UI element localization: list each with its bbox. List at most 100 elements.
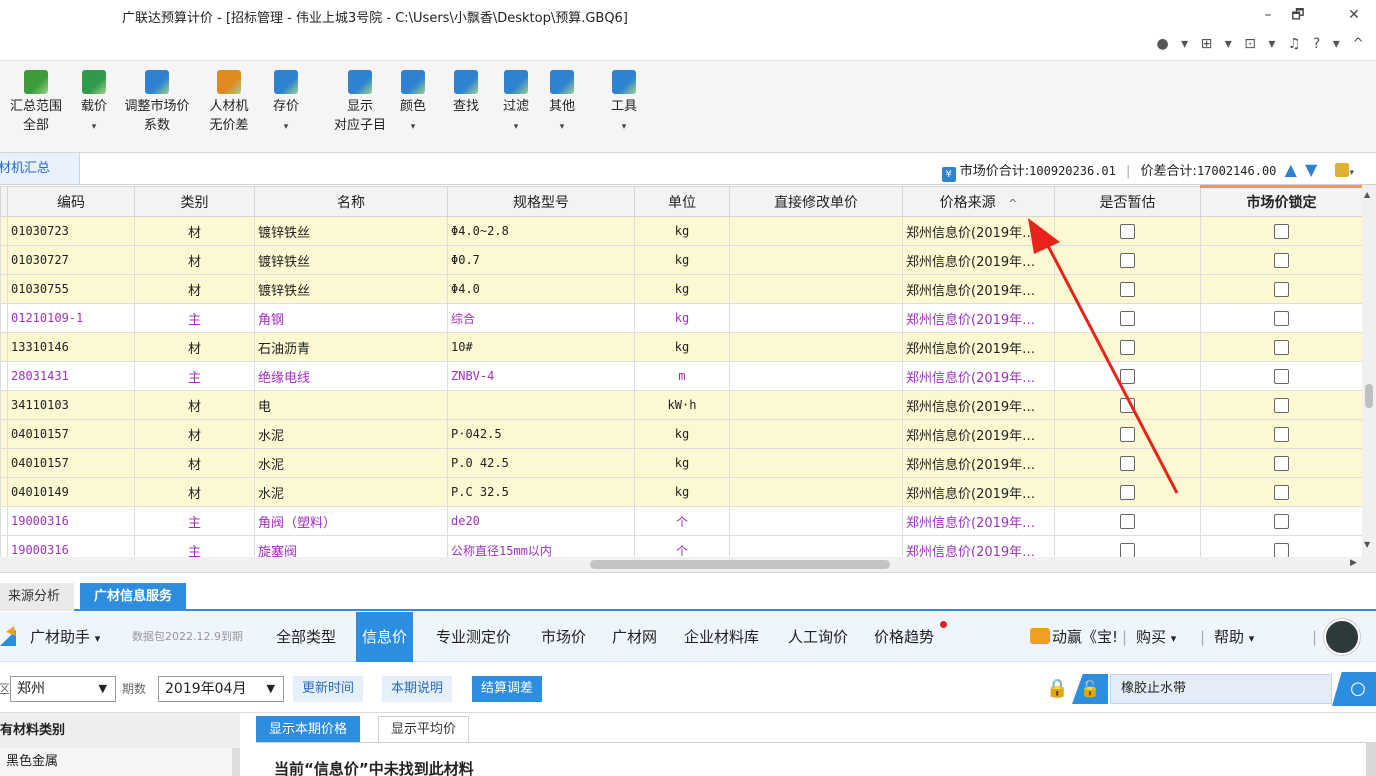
cell-code[interactable]: 01030727 (7, 245, 135, 275)
nav-all-types[interactable]: 全部类型 (276, 612, 336, 662)
ribbon-item-5[interactable]: 显示 对应子目 (324, 70, 396, 135)
cell-spec[interactable]: P·042.5 (447, 419, 635, 449)
header-price-lock[interactable]: 市场价锁定 (1200, 185, 1362, 217)
cell-unit[interactable]: kg (634, 274, 730, 304)
ribbon-item-1[interactable]: 载价 ▾ (72, 70, 116, 137)
ribbon-item-7[interactable]: 查找 (446, 70, 486, 116)
horizontal-scroll-thumb[interactable] (590, 560, 890, 569)
cell-name[interactable]: 水泥 (254, 448, 448, 478)
ribbon-item-10[interactable]: 工具 ▾ (596, 70, 652, 137)
cell-spec[interactable]: de20 (447, 506, 635, 536)
provisional-checkbox[interactable] (1120, 542, 1135, 557)
scroll-right-icon[interactable]: ▶ (1350, 558, 1357, 568)
cell-name[interactable]: 水泥 (254, 477, 448, 507)
cell-unit[interactable]: m (634, 361, 730, 391)
cell-category[interactable]: 主 (134, 535, 255, 557)
category-item[interactable]: 黑色金属 (0, 748, 232, 776)
arrow-up-icon[interactable]: ▲ (1285, 160, 1297, 179)
promo-link[interactable]: 动赢《宝! (1030, 612, 1118, 662)
cell-name[interactable]: 水泥 (254, 419, 448, 449)
minimize-button[interactable]: – (1256, 4, 1280, 26)
cell-direct-price[interactable] (729, 390, 903, 420)
tab-material-summary[interactable]: 材机汇总 (0, 153, 80, 184)
cell-name[interactable]: 石油沥青 (254, 332, 448, 362)
cell-direct-price[interactable] (729, 332, 903, 362)
ribbon-item-3[interactable]: 人材机 无价差 (196, 70, 262, 135)
cell-unit[interactable]: kg (634, 448, 730, 478)
cell-code[interactable]: 01030755 (7, 274, 135, 304)
cell-unit[interactable]: kg (634, 332, 730, 362)
settlement-adjust-button[interactable]: 结算调差 (472, 676, 543, 702)
cell-code[interactable]: 19000316 (7, 506, 135, 536)
cell-category[interactable]: 主 (134, 303, 255, 333)
cell-spec[interactable]: ZNBV-4 (447, 361, 635, 391)
cell-direct-price[interactable] (729, 216, 903, 246)
arrow-down-icon[interactable]: ▼ (1305, 160, 1317, 179)
ribbon-item-2[interactable]: 调整市场价 系数 (120, 70, 194, 135)
cell-direct-price[interactable] (729, 535, 903, 557)
cell-spec[interactable]: 公称直径15mm以内 (447, 535, 635, 557)
price-lock-checkbox[interactable] (1274, 281, 1289, 297)
cell-category[interactable]: 材 (134, 332, 255, 362)
price-lock-checkbox[interactable] (1274, 252, 1289, 268)
cell-category[interactable]: 材 (134, 216, 255, 246)
lock-icon[interactable]: 🔒 (1046, 678, 1068, 699)
period-description-button[interactable]: 本期说明 (382, 676, 453, 702)
cell-name[interactable]: 绝缘电线 (254, 361, 448, 391)
cell-name[interactable]: 角阀（塑料） (254, 506, 448, 536)
price-lock-checkbox[interactable] (1274, 223, 1289, 239)
cell-category[interactable]: 材 (134, 448, 255, 478)
cell-name[interactable]: 电 (254, 390, 448, 420)
nav-professional-price[interactable]: 专业测定价 (436, 612, 511, 662)
cell-name[interactable]: 角钢 (254, 303, 448, 333)
price-lock-checkbox[interactable] (1274, 426, 1289, 442)
tab-material-info-service[interactable]: 广材信息服务 (80, 583, 187, 611)
cell-unit[interactable]: kg (634, 303, 730, 333)
region-select[interactable]: 郑州 ▼ (10, 676, 116, 702)
cell-direct-price[interactable] (729, 477, 903, 507)
assistant-menu[interactable]: 广材助手 ▾ (30, 612, 100, 662)
cell-category[interactable]: 主 (134, 361, 255, 391)
cell-code[interactable]: 34110103 (7, 390, 135, 420)
cell-category[interactable]: 材 (134, 390, 255, 420)
material-search-input[interactable]: 橡胶止水带 (1110, 674, 1332, 704)
cell-category[interactable]: 材 (134, 245, 255, 275)
scroll-down-icon[interactable]: ▼ (1364, 540, 1370, 549)
chevron-down-icon[interactable]: ▾ (1349, 168, 1354, 178)
cell-direct-price[interactable] (729, 303, 903, 333)
cell-unit[interactable]: 个 (634, 535, 730, 557)
cell-code[interactable]: 01030723 (7, 216, 135, 246)
show-average-price-tab[interactable]: 显示平均价 (378, 716, 470, 742)
nav-enterprise-library[interactable]: 企业材料库 (684, 612, 759, 662)
header-code[interactable]: 编码 (7, 186, 135, 217)
cell-unit[interactable]: 个 (634, 506, 730, 536)
ribbon-item-0[interactable]: 汇总范围 全部 (0, 70, 72, 135)
cell-code[interactable]: 04010157 (7, 419, 135, 449)
cell-spec[interactable]: Φ4.0~2.8 (447, 216, 635, 246)
cell-spec[interactable]: P.C 32.5 (447, 477, 635, 507)
cell-direct-price[interactable] (729, 506, 903, 536)
cell-code[interactable]: 28031431 (7, 361, 135, 391)
header-category[interactable]: 类别 (134, 186, 255, 217)
price-lock-checkbox[interactable] (1274, 368, 1289, 384)
cell-category[interactable]: 主 (134, 506, 255, 536)
cell-unit[interactable]: kW·h (634, 390, 730, 420)
tab-source-analysis[interactable]: 来源分析 (0, 583, 75, 611)
cell-direct-price[interactable] (729, 419, 903, 449)
provisional-checkbox[interactable] (1120, 513, 1135, 529)
cell-direct-price[interactable] (729, 274, 903, 304)
nav-labor-inquiry[interactable]: 人工询价 (788, 612, 848, 662)
buy-menu[interactable]: 购买 ▾ (1136, 612, 1176, 662)
cell-code[interactable]: 19000316 (7, 535, 135, 557)
cell-name[interactable]: 旋塞阀 (254, 535, 448, 557)
price-lock-checkbox[interactable] (1274, 484, 1289, 500)
vertical-scroll-thumb[interactable] (1365, 384, 1373, 408)
nav-material-web[interactable]: 广材网 (612, 612, 657, 662)
table-row[interactable]: 19000316 主角阀（塑料） de20 个 郑州信息价(2019年… (0, 506, 1362, 536)
cell-direct-price[interactable] (729, 448, 903, 478)
close-button[interactable]: ✕ (1342, 4, 1366, 26)
cell-price-source[interactable]: 郑州信息价(2019年… (902, 506, 1055, 536)
cell-spec[interactable]: P.0 42.5 (447, 448, 635, 478)
cell-code[interactable]: 04010157 (7, 448, 135, 478)
cell-name[interactable]: 镀锌铁丝 (254, 245, 448, 275)
